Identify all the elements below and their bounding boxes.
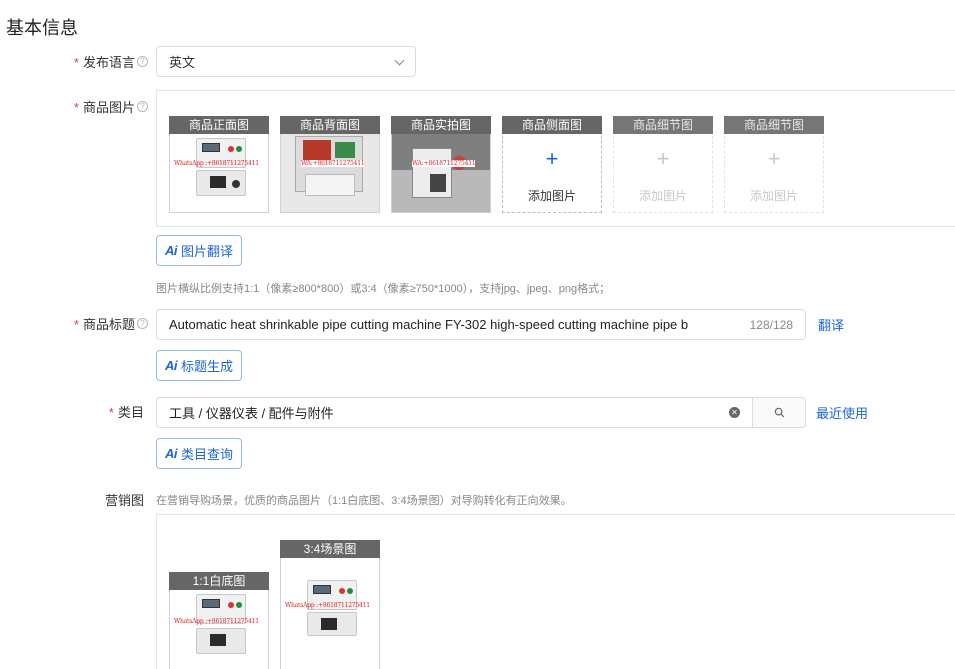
slot-title: 商品背面图 — [280, 116, 380, 134]
slot-title: 商品正面图 — [169, 116, 269, 134]
watermark: WhatsApp :+8618711275411 — [174, 618, 259, 625]
title-char-counter: 128/128 — [749, 317, 793, 332]
product-title-input[interactable]: Automatic heat shrinkable pipe cutting m… — [156, 309, 806, 340]
language-label-row: * 发布语言 — [15, 52, 135, 71]
slot-title: 商品细节图 — [613, 116, 713, 134]
image-slot-detail-2: 商品细节图 + 添加图片 — [724, 116, 824, 213]
add-image-text: 添加图片 — [749, 189, 798, 203]
marketing-slot-white[interactable]: 1:1白底图 WhatsApp :+8618711275411 — [169, 572, 269, 669]
marketing-images-panel: 1:1白底图 WhatsApp :+8618711275411 3:4场景图 W… — [156, 514, 955, 669]
watermark: WA:+8618711275411 — [412, 160, 476, 167]
ai-icon: Ai — [165, 243, 178, 258]
category-value: 工具 / 仪器仪表 / 配件与附件 — [169, 406, 334, 421]
required-mark: * — [108, 405, 114, 420]
title-generate-label: 标题生成 — [181, 359, 234, 374]
image-slot-detail-1: 商品细节图 + 添加图片 — [613, 116, 713, 213]
marketing-slot-scene[interactable]: 3:4场景图 WhatsApp :+8618711275411 — [280, 540, 380, 669]
slot-title: 商品细节图 — [724, 116, 824, 134]
plus-icon: + — [545, 146, 559, 171]
category-search-button[interactable] — [752, 397, 806, 428]
product-images-panel: 商品正面图 WhatsApp :+8618711275411 商品背面图 WA:… — [156, 90, 955, 227]
product-images-label-row: * 商品图片 — [15, 97, 135, 116]
image-slot-back[interactable]: 商品背面图 WA:+8618711275411 — [280, 116, 380, 213]
title-generate-button[interactable]: Ai 标题生成 — [156, 350, 243, 381]
language-value: 英文 — [169, 55, 196, 70]
slot-title: 1:1白底图 — [169, 572, 269, 590]
product-title-label-row: * 商品标题 — [15, 314, 135, 333]
language-label: 发布语言 — [82, 55, 135, 70]
slot-title: 商品实拍图 — [391, 116, 491, 134]
translate-link[interactable]: 翻译 — [818, 315, 844, 334]
add-image-text: 添加图片 — [527, 189, 576, 203]
section-title: 基本信息 — [6, 18, 78, 38]
plus-icon: + — [767, 146, 781, 171]
marketing-label: 营销图 — [104, 493, 144, 508]
product-thumbnail: WhatsApp :+8618711275411 — [170, 590, 268, 669]
image-format-hint: 图片横纵比例支持1:1（像素≥800*800）或3:4（像素≥750*1000）… — [156, 283, 611, 295]
slot-title: 商品侧面图 — [502, 116, 602, 134]
slot-title: 3:4场景图 — [280, 540, 380, 558]
image-translate-button[interactable]: Ai 图片翻译 — [156, 235, 243, 266]
question-circle-icon[interactable]: ? — [137, 101, 148, 112]
ai-icon: Ai — [165, 446, 178, 461]
clear-circle-icon[interactable]: ✕ — [729, 407, 740, 418]
category-label-row: * 类目 — [24, 402, 144, 421]
image-slot-front[interactable]: 商品正面图 WhatsApp :+8618711275411 — [169, 116, 269, 213]
product-thumbnail: WA:+8618711275411 — [392, 134, 490, 212]
product-images-label: 商品图片 — [82, 100, 135, 115]
marketing-hint: 在营销导购场景，优质的商品图片（1:1白底图、3:4场景图）对导购转化有正向效果… — [156, 495, 572, 507]
ai-icon: Ai — [165, 358, 178, 373]
required-mark: * — [73, 100, 79, 115]
product-title-label: 商品标题 — [82, 317, 135, 332]
question-circle-icon[interactable]: ? — [137, 318, 148, 329]
image-slot-side[interactable]: 商品侧面图 + 添加图片 — [502, 116, 602, 213]
image-translate-label: 图片翻译 — [181, 244, 234, 259]
category-input[interactable]: 工具 / 仪器仪表 / 配件与附件 ✕ — [156, 397, 753, 428]
required-mark: * — [73, 55, 79, 70]
product-title-value: Automatic heat shrinkable pipe cutting m… — [169, 317, 689, 332]
chevron-down-icon — [394, 55, 405, 65]
watermark: WhatsApp :+8618711275411 — [285, 602, 370, 609]
category-label: 类目 — [117, 405, 144, 420]
marketing-label-row: 营销图 — [24, 490, 144, 509]
required-mark: * — [73, 317, 79, 332]
plus-icon: + — [656, 146, 670, 171]
product-thumbnail: WA:+8618711275411 — [281, 134, 379, 212]
watermark: WhatsApp :+8618711275411 — [174, 160, 259, 167]
product-thumbnail: WhatsApp :+8618711275411 — [170, 134, 268, 212]
recent-used-link[interactable]: 最近使用 — [816, 403, 868, 422]
language-select[interactable]: 英文 — [156, 46, 416, 77]
category-query-label: 类目查询 — [181, 447, 234, 462]
question-circle-icon[interactable]: ? — [137, 56, 148, 67]
image-slot-actual[interactable]: 商品实拍图 WA:+8618711275411 — [391, 116, 491, 213]
search-icon — [774, 407, 784, 418]
category-query-button[interactable]: Ai 类目查询 — [156, 438, 243, 469]
add-image-text: 添加图片 — [638, 189, 687, 203]
product-thumbnail: WhatsApp :+8618711275411 — [281, 558, 379, 669]
watermark: WA:+8618711275411 — [301, 160, 365, 167]
